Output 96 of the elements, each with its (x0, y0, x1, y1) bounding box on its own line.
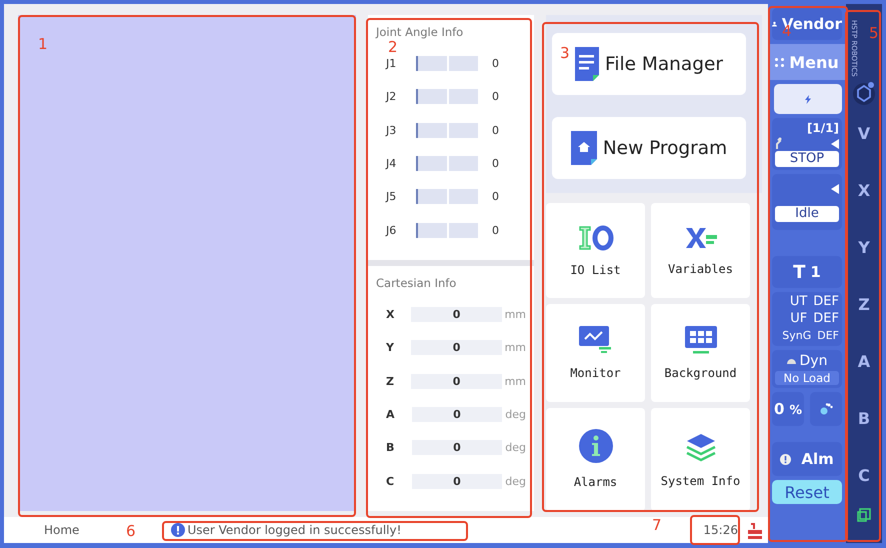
power-button[interactable] (774, 84, 842, 114)
monitor-icon (578, 326, 612, 354)
menu-button[interactable]: Menu (768, 44, 846, 80)
joint-value: 0 (491, 57, 499, 70)
frame-value: DEF (813, 294, 839, 310)
variable-icon (684, 226, 718, 250)
unit-label: deg (504, 474, 526, 488)
menu-tile[interactable]: IO List (546, 203, 645, 298)
unit-label: mm (504, 341, 526, 354)
axis-label: A (385, 408, 396, 422)
grid-monitor-icon (684, 326, 716, 354)
joint-gauge (416, 189, 480, 204)
joint-value: 0 (491, 224, 499, 237)
run-state-label: STOP (775, 151, 839, 167)
unit-label: deg (504, 441, 526, 454)
unit-label: mm (504, 374, 526, 388)
cap-icon (786, 358, 796, 364)
info-icon (578, 429, 612, 464)
triangle-icon (831, 184, 839, 194)
joint-label: J3 (384, 124, 398, 137)
axis-label: Y (385, 341, 395, 354)
axis-value: 0 (412, 407, 502, 422)
lightning-icon (805, 94, 811, 104)
menu-tile[interactable]: System Info (651, 408, 750, 511)
info-icon (171, 523, 186, 537)
joint-value: 0 (491, 190, 499, 204)
axis-button[interactable]: A (858, 332, 870, 390)
status-label: Idle (775, 206, 839, 222)
dyn-label: Dyn (800, 353, 828, 369)
annotation-number: 5 (869, 26, 879, 41)
joint-gauge (416, 56, 480, 72)
flag-icon (748, 521, 762, 539)
axis-button[interactable]: Z (858, 276, 870, 333)
axis-label: C (385, 474, 396, 488)
new-program-button[interactable]: New Program (552, 117, 746, 179)
joint-gauge (416, 222, 480, 238)
unit-label: mm (504, 308, 526, 322)
jog-button[interactable] (810, 392, 842, 426)
axis-value: 0 (411, 374, 502, 389)
axis-button[interactable]: C (858, 446, 870, 504)
menu-tile[interactable]: Variables (651, 203, 750, 298)
frame-label: UT (790, 294, 808, 310)
panel-title: Cartesian Info (376, 276, 458, 290)
axis-button[interactable]: Y (858, 218, 870, 276)
annotation-number: 7 (652, 518, 662, 533)
axis-value: 0 (412, 440, 502, 456)
frame-label: UF (790, 311, 808, 327)
page-label: Home (44, 523, 80, 537)
annotation-number: 1 (38, 37, 48, 52)
window-icon (857, 508, 871, 522)
axis-button[interactable]: B (858, 390, 870, 447)
joint-label: J1 (384, 57, 398, 70)
menu-tile[interactable]: Alarms (546, 408, 645, 511)
annotation-number: 2 (388, 40, 398, 55)
annotation-number: 3 (560, 46, 570, 61)
axis-value: 0 (412, 474, 502, 489)
panel-title: Joint Angle Info (376, 25, 464, 39)
cube-icon (852, 80, 876, 105)
io-icon (578, 224, 614, 251)
dots-icon (775, 58, 784, 66)
joint-label: J4 (384, 157, 398, 170)
axis-label: X (385, 308, 396, 322)
status-message: User Vendor logged in successfully! (187, 523, 402, 537)
axis-label: Z (385, 374, 395, 388)
joint-value: 0 (491, 157, 499, 170)
joint-value: 0 (491, 90, 499, 104)
joint-gauge (416, 156, 480, 172)
annotation-number: 6 (126, 524, 136, 539)
frame-label: SynG (782, 328, 812, 344)
joint-label: J5 (384, 190, 398, 204)
menu-tile[interactable]: Monitor (546, 304, 645, 402)
user-icon (772, 19, 777, 29)
joint-value: 0 (491, 124, 499, 137)
alert-icon (780, 454, 792, 464)
menu-tile[interactable]: Background (651, 304, 750, 402)
home-document-icon (570, 131, 597, 165)
joint-gauge (416, 122, 480, 138)
annotation-frame (690, 515, 740, 545)
clock-time: 15:26 (702, 523, 739, 537)
joint-label: J6 (384, 224, 398, 237)
axis-label: B (385, 441, 396, 454)
axis-button[interactable]: X (858, 162, 870, 219)
unit-label: deg (504, 408, 526, 422)
alarm-button[interactable]: Alm (772, 442, 842, 476)
load-label: No Load (775, 371, 839, 385)
frame-value: DEF (813, 311, 839, 327)
joint-label: J2 (384, 90, 398, 104)
axis-button[interactable]: V (858, 104, 870, 162)
robot-arm-icon (775, 137, 783, 149)
frame-value: DEF (817, 328, 839, 344)
document-icon (575, 47, 600, 81)
reset-button[interactable]: Reset (772, 480, 842, 504)
program-counter: [1/1] (806, 121, 839, 135)
axis-value: 0 (411, 307, 502, 322)
joint-gauge (416, 89, 480, 104)
axis-value: 0 (411, 340, 502, 356)
